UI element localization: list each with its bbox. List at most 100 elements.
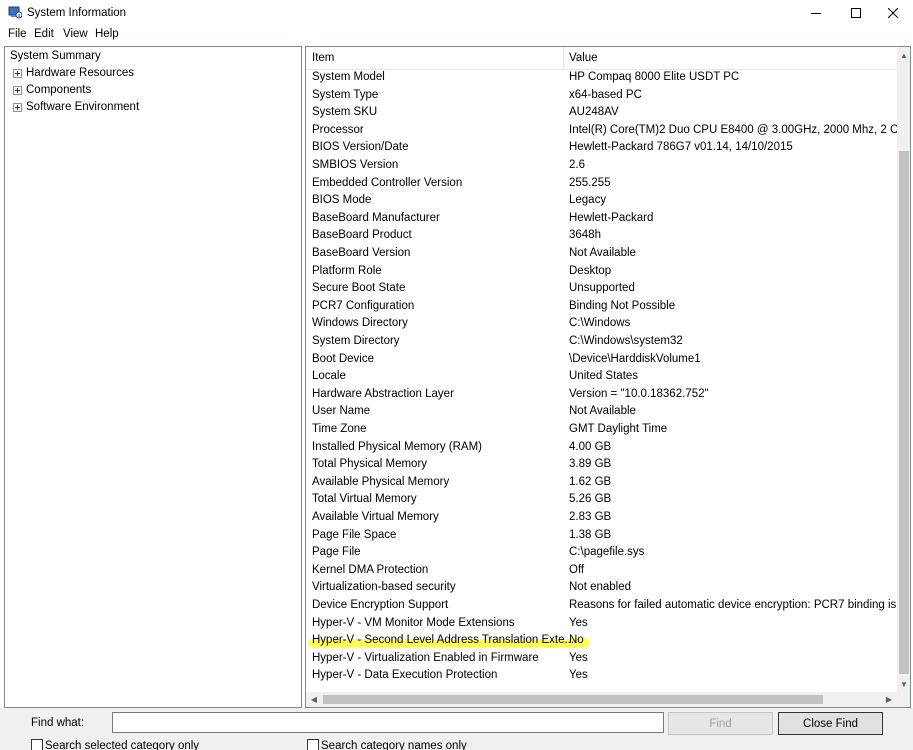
table-row[interactable]: BaseBoard Manufacturer Hewlett-Packard [306, 210, 897, 228]
row-item-cell: BaseBoard Version [312, 247, 411, 259]
table-row[interactable]: System Model HP Compaq 8000 Elite USDT PC [306, 69, 897, 87]
vertical-scroll-thumb[interactable] [899, 151, 909, 674]
table-row[interactable]: BaseBoard Version Not Available [306, 245, 897, 263]
table-row[interactable]: PCR7 Configuration Binding Not Possible [306, 298, 897, 316]
table-row[interactable]: Time Zone GMT Daylight Time [306, 421, 897, 439]
row-item-cell: Virtualization-based security [312, 581, 456, 594]
row-item-cell: Platform Role [312, 264, 382, 277]
close-find-button[interactable]: Close Find [778, 712, 883, 735]
row-item-cell: Page File [312, 546, 361, 559]
table-row[interactable]: Windows Directory C:\Windows [306, 315, 897, 333]
find-input[interactable] [112, 712, 664, 733]
scroll-left-icon[interactable]: ◀ [306, 692, 322, 707]
column-divider[interactable] [563, 47, 564, 70]
row-value-cell: Version = "10.0.18362.752" [569, 387, 709, 400]
table-row[interactable]: Processor Intel(R) Core(TM)2 Duo CPU E840… [306, 122, 899, 140]
row-item-cell: Time Zone [312, 423, 367, 435]
checkbox-box[interactable] [31, 739, 43, 750]
row-value-cell: 3.89 GB [569, 458, 612, 471]
row-item-cell: System Type [312, 88, 379, 101]
table-row[interactable]: System SKU AU248AV [306, 104, 897, 122]
tree-node-software-environment[interactable]: Software Environment [26, 101, 139, 113]
title-bar: System Information [0, 0, 913, 26]
list-header: Item Value [306, 47, 897, 70]
details-list[interactable]: Item Value System Model HP Compaq 8000 El… [305, 46, 911, 708]
table-row[interactable]: SMBIOS Version 2.6 [306, 157, 897, 175]
row-item-cell: BaseBoard Product [312, 229, 412, 242]
table-row[interactable]: Locale United States [306, 368, 897, 386]
minimize-icon[interactable] [796, 0, 836, 26]
search-category-names-checkbox[interactable]: Search category names only [307, 739, 467, 750]
scroll-up-icon[interactable]: ▲ [897, 47, 910, 63]
tree-node-components[interactable]: Components [26, 84, 91, 96]
table-row[interactable]: System Type x64-based PC [306, 87, 897, 105]
row-value-cell: Not Available [569, 405, 636, 418]
table-row[interactable]: BIOS Version/Date Hewlett-Packard 786G7 v… [306, 139, 897, 157]
table-row[interactable]: Embedded Controller Version 255.255 [306, 175, 897, 193]
table-row[interactable]: Hyper-V - Data Execution Protection Yes [306, 667, 897, 685]
row-value-cell: GMT Daylight Time [569, 423, 668, 435]
tree-node-hardware-resources[interactable]: Hardware Resources [26, 67, 134, 79]
table-row[interactable]: System Directory C:\Windows\system32 [306, 333, 897, 351]
table-row[interactable]: Total Physical Memory 3.89 GB [306, 456, 897, 474]
row-item-cell: Hyper-V - VM Monitor Mode Extensions [312, 616, 515, 629]
table-row[interactable]: Hyper-V - Second Level Address Translati… [306, 632, 897, 650]
table-row[interactable]: Kernel DMA Protection Off [306, 562, 897, 580]
column-header-item[interactable]: Item [312, 52, 334, 64]
find-button[interactable]: Find [668, 712, 773, 735]
table-row[interactable]: Hyper-V - VM Monitor Mode Extensions Yes [306, 615, 897, 633]
row-item-cell: BIOS Mode [312, 194, 372, 207]
row-item-cell: Available Physical Memory [312, 475, 450, 488]
scroll-right-icon[interactable]: ▶ [881, 692, 897, 707]
close-icon[interactable] [873, 0, 913, 26]
row-value-cell: 3648h [569, 229, 601, 242]
system-information-icon [8, 6, 23, 19]
row-item-cell: Hardware Abstraction Layer [312, 387, 454, 400]
table-row[interactable]: Hyper-V - Virtualization Enabled in Firm… [306, 650, 897, 668]
row-item-cell: Kernel DMA Protection [312, 563, 429, 576]
column-header-value[interactable]: Value [569, 52, 598, 64]
menu-view[interactable]: View [63, 28, 88, 40]
tree-node-system-summary[interactable]: System Summary [10, 50, 101, 62]
row-item-cell: Locale [312, 370, 346, 383]
row-value-cell: Not enabled [569, 581, 632, 594]
horizontal-scrollbar[interactable]: ◀ ▶ [306, 692, 897, 707]
checkbox-box[interactable] [307, 739, 319, 750]
menu-file[interactable]: File [8, 28, 27, 40]
row-value-cell: 4.00 GB [569, 440, 612, 453]
table-row[interactable]: Hardware Abstraction Layer Version = "10.… [306, 386, 897, 404]
row-item-cell: Windows Directory [312, 317, 408, 330]
row-value-cell: Legacy [569, 194, 607, 207]
scroll-down-icon[interactable]: ▼ [897, 676, 910, 692]
row-item-cell: PCR7 Configuration [312, 299, 415, 312]
table-row[interactable]: Page File C:\pagefile.sys [306, 544, 897, 562]
table-row[interactable]: Platform Role Desktop [306, 263, 897, 281]
table-row[interactable]: BaseBoard Product 3648h [306, 227, 897, 245]
table-row[interactable]: Available Physical Memory 1.62 GB [306, 474, 897, 492]
table-row[interactable]: Secure Boot State Unsupported [306, 280, 897, 298]
search-selected-category-checkbox[interactable]: Search selected category only [31, 739, 199, 750]
expand-icon[interactable] [13, 86, 22, 95]
expand-icon[interactable] [13, 69, 22, 78]
menu-edit[interactable]: Edit [34, 28, 54, 40]
table-row[interactable]: BIOS Mode Legacy [306, 192, 897, 210]
vertical-scrollbar[interactable]: ▲ ▼ [897, 47, 910, 692]
row-item-cell: Hyper-V - Data Execution Protection [312, 669, 498, 682]
table-row[interactable]: Page File Space 1.38 GB [306, 527, 897, 545]
menu-help[interactable]: Help [95, 28, 119, 40]
expand-icon[interactable] [13, 103, 22, 112]
maximize-icon[interactable] [836, 0, 876, 26]
table-row[interactable]: User Name Not Available [306, 403, 897, 421]
row-item-cell: System Directory [312, 335, 400, 347]
table-row[interactable]: Total Virtual Memory 5.26 GB [306, 491, 897, 509]
table-row[interactable]: Boot Device \Device\HarddiskVolume1 [306, 351, 897, 369]
horizontal-scroll-thumb[interactable] [323, 695, 823, 704]
category-tree[interactable]: System Summary Hardware Resources Compon… [4, 46, 302, 708]
row-item-cell: System Model [312, 71, 385, 83]
table-row[interactable]: Installed Physical Memory (RAM) 4.00 GB [306, 439, 897, 457]
window-title: System Information [27, 7, 127, 19]
row-item-cell: User Name [312, 405, 371, 418]
table-row[interactable]: Available Virtual Memory 2.83 GB [306, 509, 897, 527]
table-row[interactable]: Device Encryption Support Reasons for fai… [306, 597, 899, 615]
table-row[interactable]: Virtualization-based security Not enabled [306, 579, 897, 597]
